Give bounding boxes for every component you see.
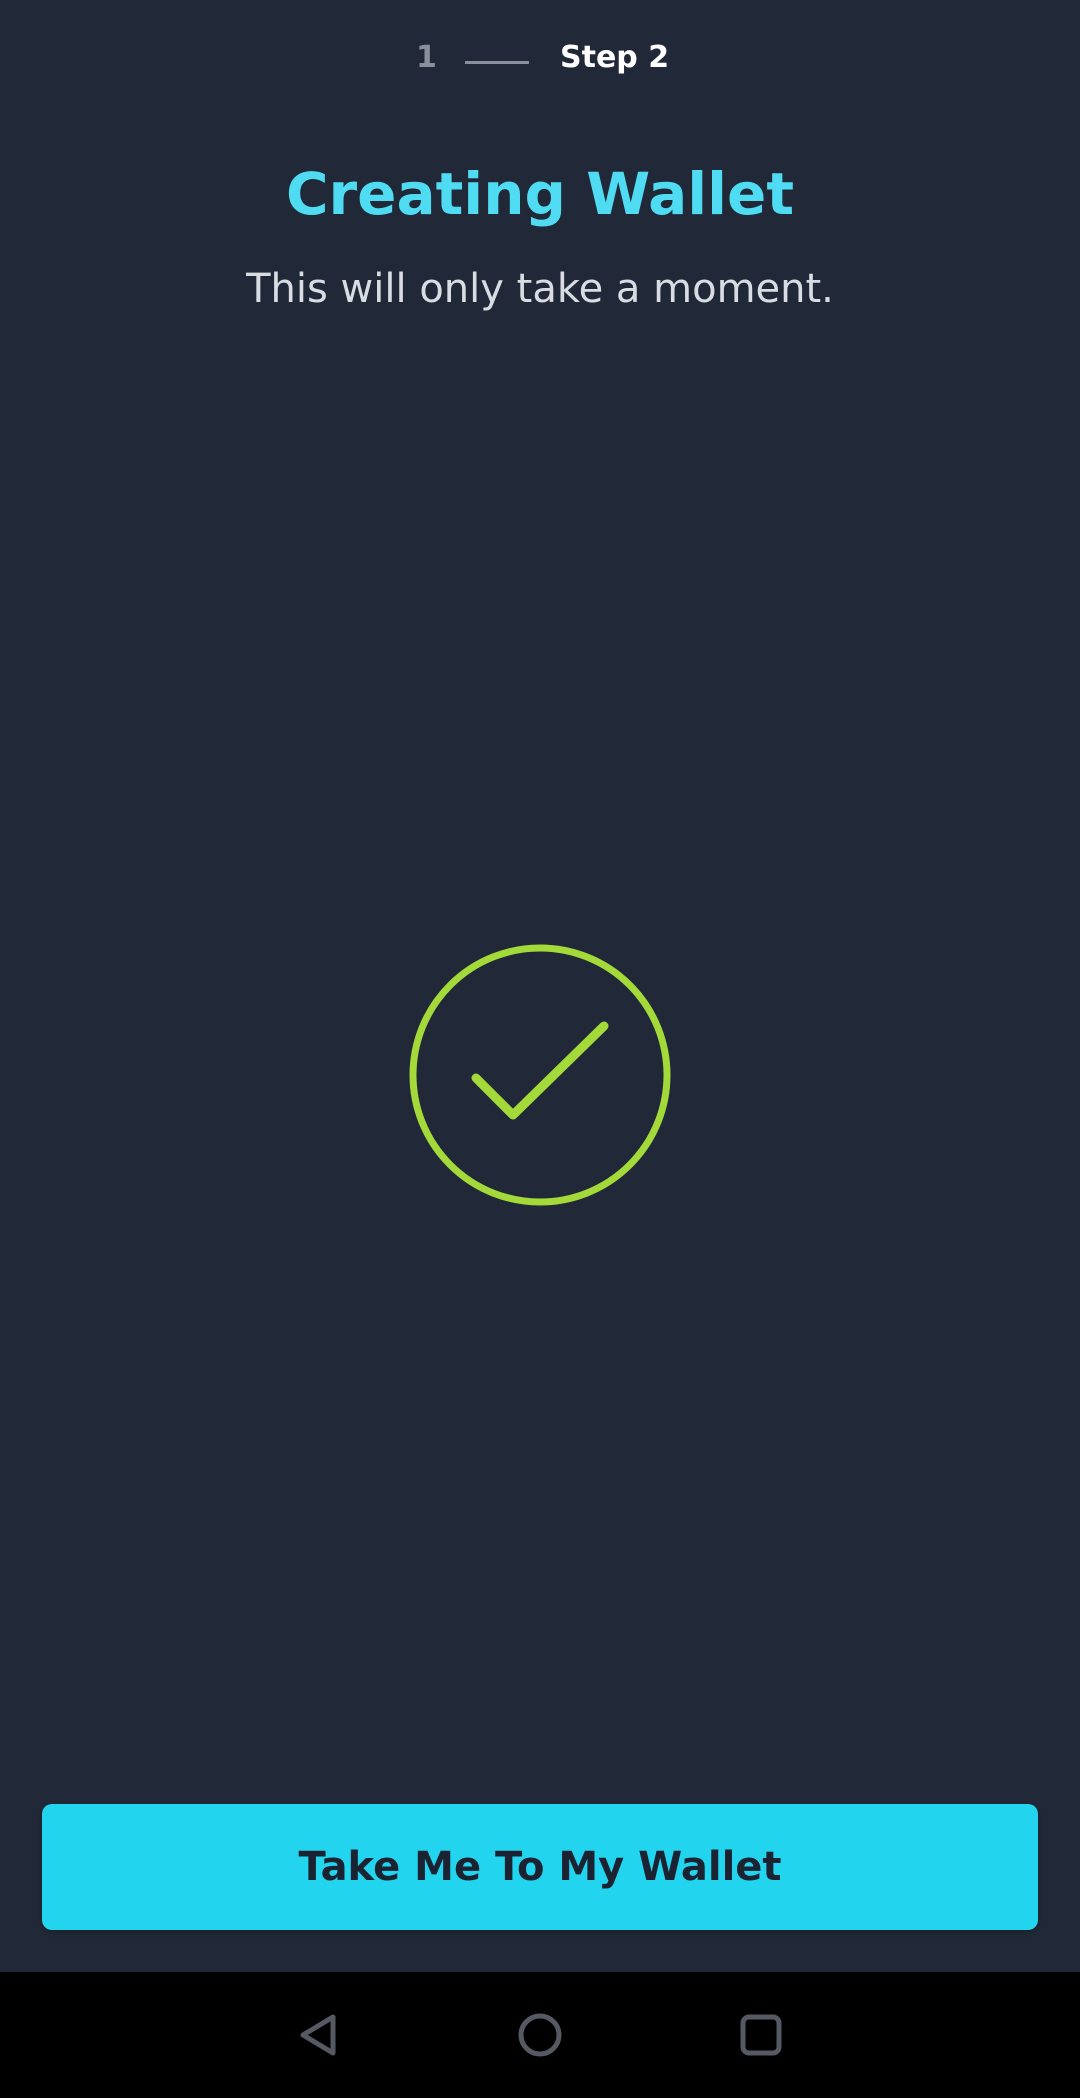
stepper: 1 Step 2: [0, 0, 1080, 120]
page-title: Creating Wallet: [285, 160, 795, 228]
take-me-to-wallet-label: Take Me To My Wallet: [298, 1844, 782, 1890]
back-icon[interactable]: [259, 1972, 379, 2098]
check-circle-icon: [407, 942, 673, 1208]
step-1-label: 1: [416, 40, 437, 75]
home-icon[interactable]: [480, 1972, 600, 2098]
system-navigation-bar: [0, 1972, 1080, 2098]
recents-icon[interactable]: [701, 1972, 821, 2098]
app-screen: 1 Step 2 Creating Wallet This will only …: [0, 0, 1080, 2098]
step-2-label: Step 2: [560, 40, 670, 75]
page-subtitle: This will only take a moment.: [246, 266, 834, 312]
take-me-to-wallet-button[interactable]: Take Me To My Wallet: [42, 1804, 1038, 1930]
step-connector: [465, 61, 529, 64]
